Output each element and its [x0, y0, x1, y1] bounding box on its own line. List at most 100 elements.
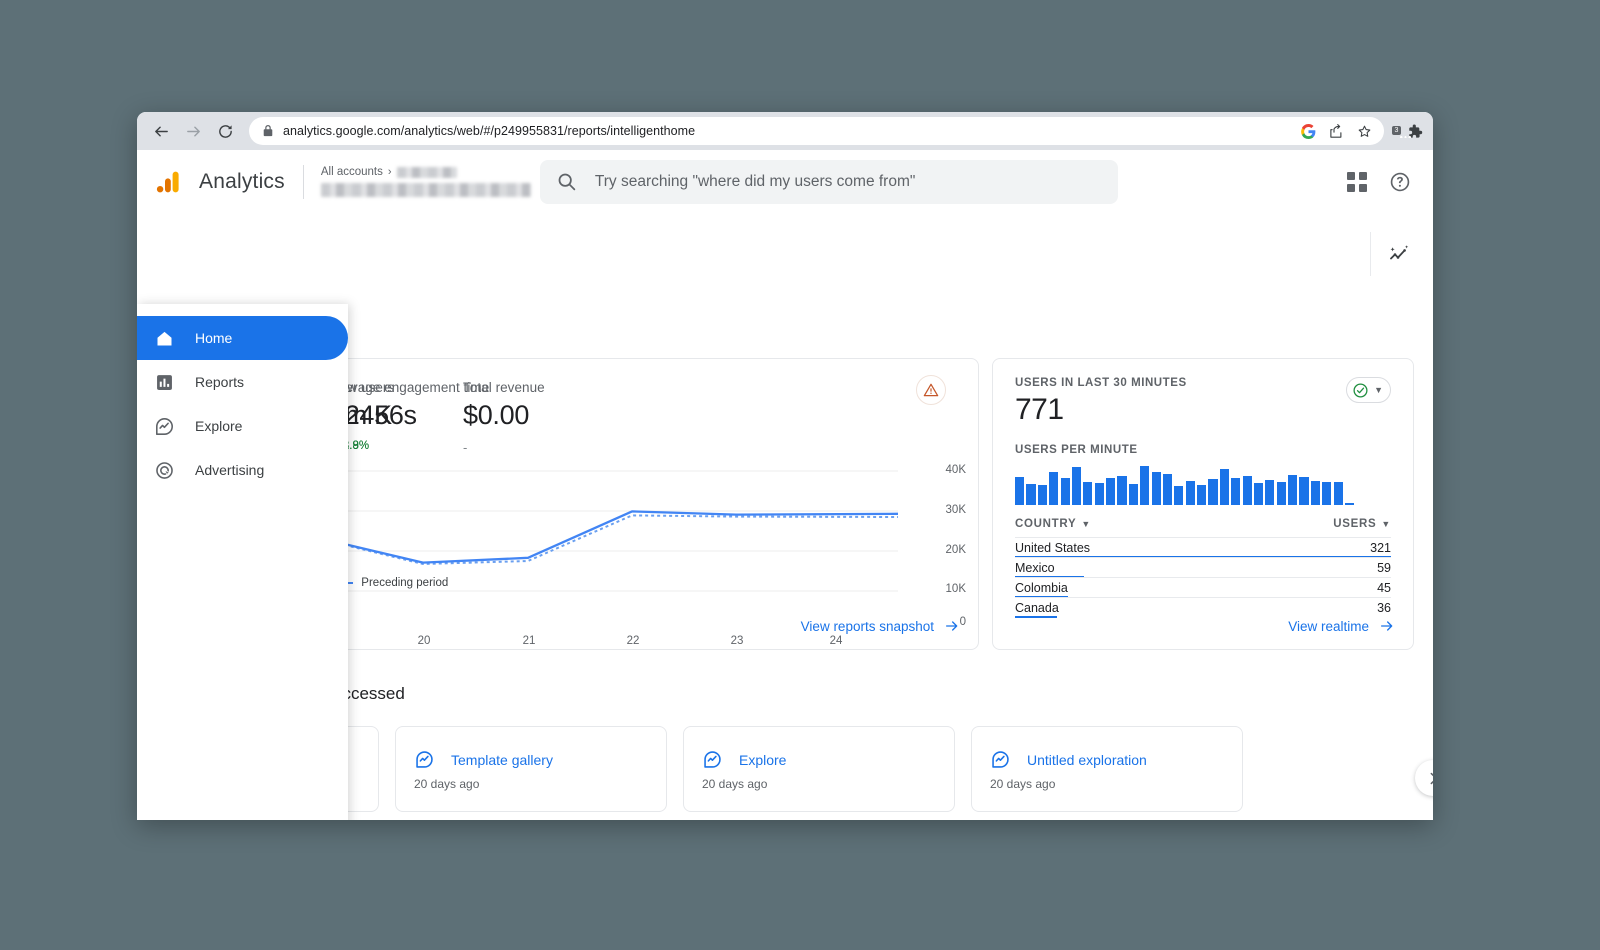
sparkline-bar: [1106, 478, 1115, 505]
metric-delta: ▲ 3.9%: [330, 440, 463, 452]
check-circle-icon: [1352, 382, 1369, 399]
view-reports-snapshot-link[interactable]: View reports snapshot: [801, 618, 960, 634]
sparkline-bar: [1311, 481, 1320, 505]
insights-strip: [137, 214, 1433, 292]
reports-bar-chart-icon: [154, 372, 175, 393]
y-tick-40k: 40K: [926, 464, 966, 476]
sparkline-bar: [1265, 480, 1274, 505]
realtime-users-value: 771: [1015, 393, 1187, 427]
back-arrow-icon: [153, 123, 170, 140]
sparkline-bar: [1152, 472, 1161, 505]
sparkline-bar: [1163, 474, 1172, 506]
star-icon[interactable]: [1357, 124, 1372, 139]
sparkline-bar: [1322, 482, 1331, 505]
sparkline-bar: [1061, 478, 1070, 505]
realtime-card-footer: View realtime: [1015, 603, 1395, 649]
y-tick-10k: 10K: [926, 583, 966, 595]
analytics-logo-icon: [156, 170, 180, 194]
metric-engagement-time[interactable]: Average engagement time 0m 56s ▲ 3.9%: [330, 380, 463, 451]
sidebar-item-advertising[interactable]: Advertising: [137, 448, 348, 492]
metric-label: Total revenue: [463, 380, 691, 395]
column-users[interactable]: USERS ▼: [1333, 518, 1391, 530]
recent-card[interactable]: Untitled exploration 20 days ago: [971, 726, 1243, 812]
sparkline-bar: [1129, 484, 1138, 505]
data-warning-button[interactable]: [916, 375, 946, 405]
y-tick-20k: 20K: [926, 544, 966, 556]
reload-icon: [217, 123, 234, 140]
insights-button[interactable]: [1383, 238, 1415, 270]
sparkline-bar: [1083, 482, 1092, 505]
sparkline-bar: [1174, 486, 1183, 505]
analytics-header: Analytics All accounts ›: [137, 150, 1433, 214]
table-row[interactable]: Colombia 45: [1015, 577, 1391, 597]
view-realtime-label: View realtime: [1288, 619, 1369, 634]
screen-root: analytics.google.com/analytics/web/#/p24…: [0, 0, 1600, 950]
recent-card-name: Template gallery: [451, 752, 553, 768]
google-g-icon[interactable]: [1301, 124, 1316, 139]
recent-card-sub: 20 days ago: [990, 777, 1224, 791]
search-bar[interactable]: [540, 160, 1118, 204]
sparkline-bar: [1254, 483, 1263, 505]
table-row[interactable]: Mexico 59: [1015, 557, 1391, 577]
sparkline-bar: [1117, 476, 1126, 505]
sparkline-bar: [1095, 483, 1104, 505]
url-text: analytics.google.com/analytics/web/#/p24…: [283, 124, 695, 138]
metric-label: Average engagement time: [330, 380, 463, 395]
sparkline-bar: [1197, 485, 1206, 505]
metric-total-revenue[interactable]: Total revenue $0.00 -: [463, 380, 691, 451]
sparkline-bar: [1277, 482, 1286, 505]
realtime-header: USERS IN LAST 30 MINUTES 771 ▼: [1015, 377, 1391, 427]
sparkline-bar: [1072, 467, 1081, 505]
sidebar-item-home[interactable]: Home: [137, 316, 348, 360]
country-name: Colombia: [1015, 581, 1068, 595]
legend-preceding-label: Preceding period: [361, 577, 448, 589]
browser-toolbar: analytics.google.com/analytics/web/#/p24…: [137, 112, 1433, 150]
forward-button[interactable]: [179, 117, 207, 145]
browser-window: analytics.google.com/analytics/web/#/p24…: [137, 112, 1433, 820]
column-country[interactable]: COUNTRY ▼: [1015, 518, 1091, 530]
account-selector[interactable]: All accounts ›: [321, 166, 537, 197]
sidebar-item-explore[interactable]: Explore: [137, 404, 348, 448]
sparkline-bar: [1288, 475, 1297, 505]
analytics-logo[interactable]: [137, 170, 199, 194]
table-row[interactable]: United States 321: [1015, 537, 1391, 557]
reload-button[interactable]: [211, 117, 239, 145]
share-icon[interactable]: [1329, 124, 1344, 139]
help-circle-icon[interactable]: [1389, 171, 1411, 193]
recent-cards-next-button[interactable]: [1415, 760, 1433, 796]
header-actions: [1347, 171, 1419, 193]
home-icon: [154, 328, 175, 349]
sparkline-bar: [1208, 479, 1217, 505]
caret-down-icon: ▼: [1081, 519, 1091, 529]
recent-card[interactable]: Explore 20 days ago: [683, 726, 955, 812]
chevron-down-icon: ▼: [1374, 385, 1383, 395]
table-header-row: COUNTRY ▼ USERS ▼: [1015, 518, 1391, 537]
omnibox-actions: [1291, 124, 1372, 139]
sparkline-bar: [1026, 484, 1035, 505]
header-divider: [303, 165, 304, 199]
sidebar-item-label: Explore: [195, 418, 242, 434]
recent-card[interactable]: Template gallery 20 days ago: [395, 726, 667, 812]
country-name: Mexico: [1015, 561, 1055, 575]
sidebar-item-reports[interactable]: Reports: [137, 360, 348, 404]
column-users-label: USERS: [1333, 518, 1376, 530]
page-content: New users 124K ▲ 1.8% Average engagement…: [137, 214, 1433, 820]
realtime-status-button[interactable]: ▼: [1346, 377, 1391, 403]
recent-card-name: Untitled exploration: [1027, 752, 1147, 768]
recent-card-sub: 20 days ago: [414, 777, 648, 791]
account-name-redacted: [397, 167, 457, 178]
metric-value: $0.00: [463, 400, 691, 431]
sparkline-bar: [1015, 477, 1024, 505]
back-button[interactable]: [147, 117, 175, 145]
arrow-right-icon: [1379, 618, 1395, 634]
address-bar[interactable]: analytics.google.com/analytics/web/#/p24…: [249, 117, 1384, 145]
view-realtime-link[interactable]: View realtime: [1288, 618, 1395, 634]
navigation-drawer: Home Reports: [137, 304, 348, 820]
arrow-right-icon: [944, 618, 960, 634]
apps-grid-icon[interactable]: [1347, 172, 1367, 192]
y-tick-30k: 30K: [926, 504, 966, 516]
search-input[interactable]: [595, 173, 1102, 191]
realtime-caption: USERS IN LAST 30 MINUTES: [1015, 377, 1187, 389]
sparkline-bar: [1038, 485, 1047, 505]
recent-card-top: Explore: [702, 749, 936, 770]
